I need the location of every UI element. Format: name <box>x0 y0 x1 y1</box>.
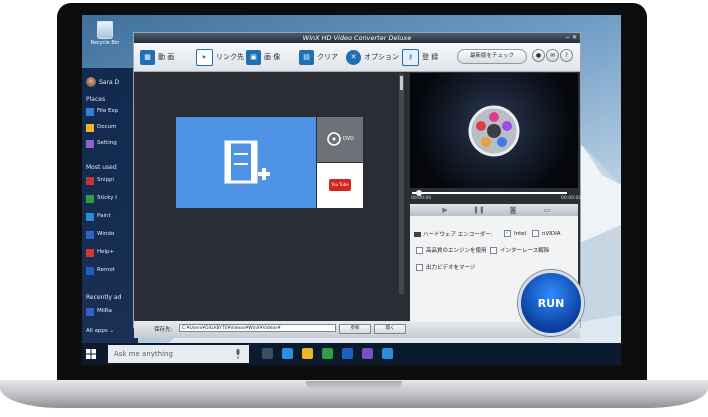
dvd-label: DVD <box>343 136 355 142</box>
register-label: 登 録 <box>422 53 439 61</box>
options-label: オプション <box>364 53 399 61</box>
add-photo-button[interactable]: ▣ 画 像 <box>246 49 280 65</box>
scrollbar-thumb[interactable] <box>400 76 403 90</box>
deinterlace-label: インターレース解除 <box>500 248 550 254</box>
close-icon[interactable]: ✕ <box>572 34 577 41</box>
browse-button[interactable]: 参照 <box>339 324 371 334</box>
laptop-notch <box>306 381 402 390</box>
open-folder-button[interactable]: 開く <box>374 324 406 334</box>
add-youtube-tile[interactable]: You Tube <box>317 163 363 208</box>
window-title: WinX HD Video Converter Deluxe <box>134 33 580 43</box>
deinterlace-checkbox-box[interactable] <box>490 246 497 254</box>
save-path-label: 保存先: <box>154 327 173 333</box>
high-quality-checkbox[interactable]: 高品質のエンジンを使用 <box>416 246 487 254</box>
youtube-link-label: リンク先 <box>216 53 244 61</box>
gpu-icon <box>414 231 421 237</box>
seek-bar[interactable] <box>412 192 567 194</box>
merge-checkbox[interactable]: 出力ビデオをマージ <box>416 263 475 271</box>
options-button[interactable]: ✕ オプション <box>346 49 399 65</box>
clear-label: クリア <box>317 53 338 61</box>
account-icon[interactable]: ● <box>532 49 545 62</box>
intel-label: Intel <box>514 230 527 237</box>
key-icon: ⚷ <box>402 48 419 66</box>
folder-icon[interactable]: ▭ <box>538 205 556 215</box>
add-dvd-tile[interactable]: DVD <box>317 117 363 162</box>
clear-button[interactable]: ▤ クリア <box>299 49 338 65</box>
merge-label: 出力ビデオをマージ <box>426 265 476 271</box>
youtube-logo: You Tube <box>329 179 351 191</box>
save-path-field[interactable]: C:¥Users¥GIGABYTE¥Videos¥WinX¥Videos¥ <box>179 324 336 332</box>
add-video-button[interactable]: ▦ 動 画 <box>140 49 174 65</box>
run-button[interactable]: RUN <box>518 270 584 336</box>
help-icon[interactable]: ? <box>560 49 573 62</box>
intel-checkbox-box[interactable]: ✓ <box>504 230 511 237</box>
trash-icon: ▤ <box>299 49 314 65</box>
intel-checkbox[interactable]: ✓ Intel <box>504 230 526 237</box>
video-preview <box>410 73 578 188</box>
minimize-icon[interactable]: − <box>565 34 570 41</box>
add-video-tile[interactable] <box>176 117 316 208</box>
pause-icon[interactable]: ❚❚ <box>470 205 488 215</box>
nvidia-checkbox-box[interactable] <box>532 230 539 237</box>
nvidia-checkbox[interactable]: nVIDIA <box>532 230 561 237</box>
add-photo-label: 画 像 <box>264 53 281 61</box>
high-quality-label: 高品質のエンジンを使用 <box>426 248 487 254</box>
film-reel-icon <box>468 105 520 157</box>
hw-encoder-row: ハードウェア エンコーダー: <box>414 230 493 238</box>
check-update-button[interactable]: 最新版をチェック <box>457 49 527 64</box>
youtube-link-button[interactable]: ▶ リンク先 <box>196 48 244 66</box>
add-video-label: 動 画 <box>158 53 175 61</box>
disc-icon <box>327 132 341 146</box>
photo-icon: ▣ <box>246 49 261 65</box>
film-add-icon <box>224 140 270 184</box>
high-quality-checkbox-box[interactable] <box>416 246 423 254</box>
winx-window: WinX HD Video Converter Deluxe − ✕ ▦ 動 画… <box>133 32 582 338</box>
youtube-icon: ▶ <box>196 48 213 66</box>
settings-icon[interactable]: ✉ <box>546 49 559 62</box>
main-toolbar: ▦ 動 画 ▶ リンク先 ▣ 画 像 ▤ クリア ✕ オプション ⚷ 登 録 最… <box>134 43 580 72</box>
hw-encoder-label: ハードウェア エンコーダー: <box>423 232 493 238</box>
play-icon[interactable]: ▶ <box>436 205 454 215</box>
snapshot-icon[interactable]: ◙ <box>504 205 522 215</box>
wrench-icon: ✕ <box>346 49 361 65</box>
film-add-icon: ▦ <box>140 49 155 65</box>
nvidia-label: nVIDIA <box>542 230 561 237</box>
current-time: 00:00:00 <box>411 196 432 201</box>
merge-checkbox-box[interactable] <box>416 263 423 271</box>
file-list-scrollbar[interactable] <box>399 74 404 294</box>
window-controls: − ✕ <box>565 34 577 41</box>
total-time: 00:00:00 <box>561 196 582 201</box>
app-layer: WinX HD Video Converter Deluxe − ✕ ▦ 動 画… <box>82 15 621 365</box>
register-button[interactable]: ⚷ 登 録 <box>402 48 439 66</box>
deinterlace-checkbox[interactable]: インターレース解除 <box>490 246 549 254</box>
